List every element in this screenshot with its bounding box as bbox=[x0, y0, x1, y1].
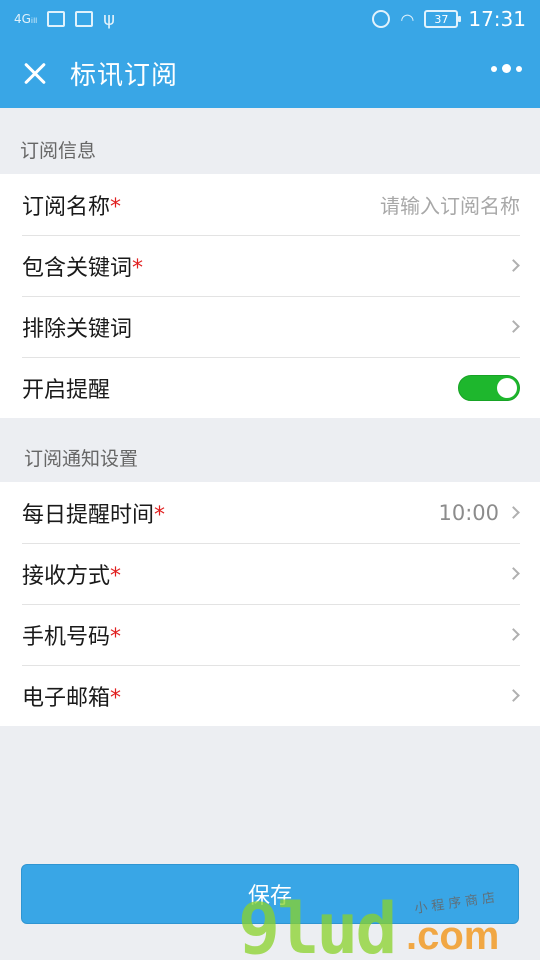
reminder-time-value: 10:00 bbox=[438, 500, 499, 525]
chevron-right-icon bbox=[507, 628, 520, 641]
page-title: 标讯订阅 bbox=[70, 60, 179, 91]
row-label-wrap: 订阅名称* bbox=[22, 189, 121, 221]
row-right bbox=[507, 689, 520, 702]
row-label: 电子邮箱 bbox=[22, 685, 111, 711]
section-header-subscription-info: 订阅信息 bbox=[20, 139, 97, 162]
signal-indicator: 4Gᵢₗₗ bbox=[14, 12, 38, 26]
row-label: 手机号码 bbox=[22, 624, 111, 650]
status-time: 17:31 bbox=[468, 7, 526, 31]
more-dot bbox=[502, 64, 511, 73]
row-right bbox=[507, 567, 520, 580]
row-right: 请输入订阅名称 bbox=[380, 190, 520, 219]
alarm-icon bbox=[372, 10, 391, 28]
nav-bar: 标讯订阅 bbox=[0, 38, 540, 108]
chevron-right-icon bbox=[507, 689, 520, 702]
row-enable-reminder: 开启提醒 bbox=[0, 357, 540, 418]
row-label: 每日提醒时间 bbox=[22, 502, 155, 528]
row-label: 排除关键词 bbox=[22, 316, 133, 342]
status-bar: 4Gᵢₗₗ ψ ◠ 37 17:31 bbox=[0, 0, 540, 38]
row-right bbox=[458, 374, 520, 401]
row-subscription-name[interactable]: 订阅名称* 请输入订阅名称 bbox=[0, 174, 540, 235]
battery-icon: 37 bbox=[424, 10, 462, 28]
chevron-right-icon bbox=[507, 320, 520, 333]
row-right bbox=[507, 259, 520, 272]
required-mark: * bbox=[110, 563, 122, 589]
sim-icon bbox=[47, 11, 66, 27]
status-right: ◠ 37 17:31 bbox=[372, 7, 526, 31]
required-mark: * bbox=[154, 502, 166, 528]
subscription-name-input[interactable]: 请输入订阅名称 bbox=[380, 190, 520, 219]
subscription-info-group: 订阅名称* 请输入订阅名称 包含关键词* 排除关键词 开启提醒 bbox=[0, 174, 540, 418]
more-dot bbox=[516, 65, 522, 72]
row-label-wrap: 排除关键词 bbox=[22, 311, 132, 343]
row-include-keywords[interactable]: 包含关键词* bbox=[0, 235, 540, 296]
section-header-notification-settings: 订阅通知设置 bbox=[24, 447, 139, 470]
wifi-icon: ◠ bbox=[400, 9, 415, 29]
more-options-icon[interactable] bbox=[491, 64, 522, 73]
row-label: 订阅名称 bbox=[22, 194, 111, 220]
row-receive-method[interactable]: 接收方式* bbox=[0, 543, 540, 604]
image-icon bbox=[75, 11, 94, 27]
row-daily-reminder-time[interactable]: 每日提醒时间* 10:00 bbox=[0, 482, 540, 543]
chevron-right-icon bbox=[507, 506, 520, 519]
row-label-wrap: 开启提醒 bbox=[22, 372, 110, 404]
save-button[interactable]: 保存 bbox=[21, 864, 519, 924]
required-mark: * bbox=[110, 624, 122, 650]
toggle-knob bbox=[497, 377, 517, 398]
row-label-wrap: 包含关键词* bbox=[22, 250, 143, 282]
more-dot bbox=[491, 65, 497, 72]
chevron-right-icon bbox=[507, 259, 520, 272]
row-right bbox=[507, 628, 520, 641]
required-mark: * bbox=[110, 685, 122, 711]
status-left: 4Gᵢₗₗ ψ bbox=[14, 9, 115, 30]
notification-settings-group: 每日提醒时间* 10:00 接收方式* 手机号码* 电子邮箱* bbox=[0, 482, 540, 726]
required-mark: * bbox=[132, 255, 144, 281]
usb-icon: ψ bbox=[103, 8, 115, 30]
reminder-toggle[interactable] bbox=[458, 374, 520, 401]
row-email[interactable]: 电子邮箱* bbox=[0, 665, 540, 726]
row-phone-number[interactable]: 手机号码* bbox=[0, 604, 540, 665]
row-right: 10:00 bbox=[438, 501, 520, 525]
row-label-wrap: 电子邮箱* bbox=[22, 680, 121, 712]
row-right bbox=[507, 320, 520, 333]
required-mark: * bbox=[110, 194, 122, 220]
row-label-wrap: 每日提醒时间* bbox=[22, 497, 165, 529]
row-label: 接收方式 bbox=[22, 563, 111, 589]
close-icon[interactable] bbox=[0, 38, 70, 108]
chevron-right-icon bbox=[507, 567, 520, 580]
row-label: 包含关键词 bbox=[22, 255, 133, 281]
row-label: 开启提醒 bbox=[22, 377, 111, 403]
row-label-wrap: 手机号码* bbox=[22, 619, 121, 651]
row-exclude-keywords[interactable]: 排除关键词 bbox=[0, 296, 540, 357]
row-label-wrap: 接收方式* bbox=[22, 558, 121, 590]
